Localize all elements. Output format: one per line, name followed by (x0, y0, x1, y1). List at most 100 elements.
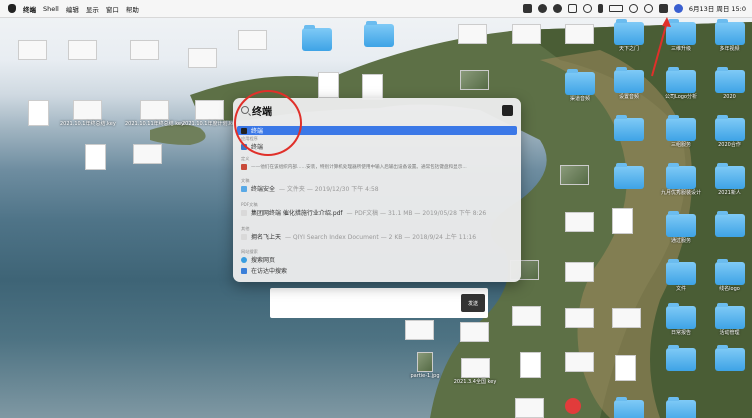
desktop-folder[interactable]: 设置音频 (604, 67, 654, 100)
desktop-folder[interactable]: 文件 (656, 259, 706, 292)
desktop-file[interactable] (615, 355, 636, 381)
wifi-icon[interactable] (628, 3, 638, 13)
desktop-file[interactable] (565, 262, 594, 282)
desktop-folder[interactable]: 三维升级 (656, 19, 706, 52)
desktop-file[interactable] (318, 72, 339, 98)
desktop-folder[interactable] (656, 345, 706, 371)
desktop-file[interactable] (85, 144, 106, 170)
desktop-folder[interactable]: 公司Logo分析 (656, 67, 706, 100)
send-button[interactable]: 发送 (461, 294, 485, 312)
desktop-file[interactable]: 2021.10.11年终总结 key (125, 100, 184, 127)
menu-window[interactable]: 窗口 (106, 4, 119, 14)
desktop-file[interactable] (515, 398, 544, 418)
desktop-file[interactable] (565, 352, 594, 372)
folder-icon (241, 185, 247, 192)
menu-shell[interactable]: Shell (43, 5, 59, 13)
desktop-folder[interactable] (656, 397, 706, 418)
result-definition[interactable]: ——他们在该组织内部……安装，特别计算机处理器所使用中输入后输出设备设置。通常包… (237, 162, 517, 171)
desktop-file[interactable]: 2021.10.1年度计划.key (182, 100, 238, 127)
desktop-file[interactable] (460, 322, 489, 342)
folder-icon (666, 115, 696, 141)
folder-icon (666, 397, 696, 418)
desktop-file[interactable] (512, 24, 541, 44)
desktop-folder[interactable] (707, 345, 752, 371)
desktop-folder[interactable]: 渠道音频 (560, 69, 600, 102)
folder-icon (714, 303, 745, 329)
desktop-folder[interactable] (364, 21, 394, 47)
file-thumbnail (133, 144, 162, 164)
desktop-file[interactable] (560, 165, 589, 185)
desktop-file[interactable] (612, 208, 633, 234)
record-icon[interactable] (582, 3, 592, 13)
desktop-file[interactable] (238, 30, 267, 50)
desktop-folder[interactable]: 2020 (707, 67, 752, 100)
desktop-file[interactable] (68, 40, 97, 60)
desktop-folder[interactable]: 日常报告 (656, 303, 706, 336)
menu-view[interactable]: 显示 (86, 4, 99, 14)
apple-menu-icon[interactable] (8, 4, 16, 13)
desktop-folder[interactable]: 通过服务 (656, 211, 706, 244)
result-search-web[interactable]: 搜索网页 (237, 255, 517, 264)
desktop-file[interactable] (520, 352, 541, 378)
desktop-folder[interactable]: 线名logo (707, 259, 752, 292)
file-thumbnail (565, 212, 594, 232)
desktop-folder[interactable]: 多年视频 (707, 19, 752, 52)
folder-label: 九月优秀服装设计 (660, 190, 701, 196)
background-window[interactable] (270, 288, 488, 318)
desktop-folder[interactable] (604, 397, 654, 418)
desktop-folder[interactable] (302, 25, 332, 51)
desktop-folder[interactable]: 天下之门 (604, 19, 654, 52)
folder-label: 活动管理 (719, 330, 740, 336)
desktop-folder[interactable]: 三组服务 (656, 115, 706, 148)
desktop-file[interactable] (458, 24, 487, 44)
desktop-file[interactable] (18, 40, 47, 60)
desktop-file[interactable] (362, 74, 383, 100)
desktop-file[interactable] (188, 48, 217, 68)
desktop-file[interactable] (565, 212, 594, 232)
control-center-icon[interactable] (658, 3, 668, 13)
wechat-icon[interactable] (552, 3, 562, 13)
desktop-file[interactable] (133, 144, 162, 164)
spotlight-search-icon[interactable] (643, 3, 653, 13)
result-pdf[interactable]: 集团网终端 催化措施行业介绍.pdf — PDF文稿 — 31.1 MB — 2… (237, 208, 517, 217)
folder-icon (666, 259, 696, 285)
file-thumbnail (512, 24, 541, 44)
desktop-folder[interactable] (707, 211, 752, 237)
file-thumbnail (195, 100, 225, 120)
desktop-file[interactable] (612, 308, 641, 328)
file-label: 2021.10.11年终总结 key (125, 121, 184, 127)
screen-icon[interactable] (567, 3, 577, 13)
menu-help[interactable]: 帮助 (126, 4, 139, 14)
desktop-file[interactable] (405, 320, 434, 340)
desktop-folder[interactable]: 2020合作 (707, 115, 752, 148)
menu-terminal[interactable]: 终端 (23, 4, 36, 14)
chat-icon[interactable] (537, 3, 547, 13)
battery-icon[interactable] (608, 4, 623, 12)
siri-icon[interactable] (673, 3, 683, 13)
result-search-finder[interactable]: 在访达中搜索 (237, 266, 517, 275)
desktop-folder[interactable]: 2021新人 (707, 163, 752, 196)
clock[interactable]: 6月13日 周日 15:0 (689, 3, 746, 13)
desktop-folder[interactable] (604, 163, 654, 189)
desktop-file[interactable]: partie-1.jpg (405, 352, 445, 379)
desktop-file[interactable] (565, 24, 594, 44)
desktop-file[interactable] (565, 308, 594, 328)
desktop-file[interactable] (28, 100, 49, 126)
desktop-file[interactable]: 2021.3.4全国 key (450, 358, 500, 385)
desktop-folder[interactable]: 活动管理 (707, 303, 752, 336)
desktop-file[interactable] (130, 40, 159, 60)
desktop-folder[interactable]: 九月优秀服装设计 (656, 163, 706, 196)
desktop-file[interactable]: 2021.10.1年终总结.key (60, 100, 116, 127)
bluetooth-icon[interactable] (597, 3, 603, 13)
desktop-file[interactable] (512, 306, 541, 326)
desktop-file[interactable] (565, 398, 581, 414)
menu-edit[interactable]: 编辑 (66, 4, 79, 14)
desktop-folder[interactable] (604, 115, 654, 141)
desktop-file[interactable] (460, 70, 489, 90)
result-document[interactable]: 终端安全 — 文件夹 — 2019/12/30 下午 4:58 (237, 184, 517, 193)
app-status-icon[interactable] (522, 3, 532, 13)
result-label: 集团网终端 催化措施行业介绍.pdf (251, 210, 343, 217)
file-thumbnail (238, 30, 267, 50)
result-other[interactable]: 拥名飞上天 — QIYI Search Index Document — 2 K… (237, 232, 517, 241)
folder-icon (614, 67, 644, 93)
